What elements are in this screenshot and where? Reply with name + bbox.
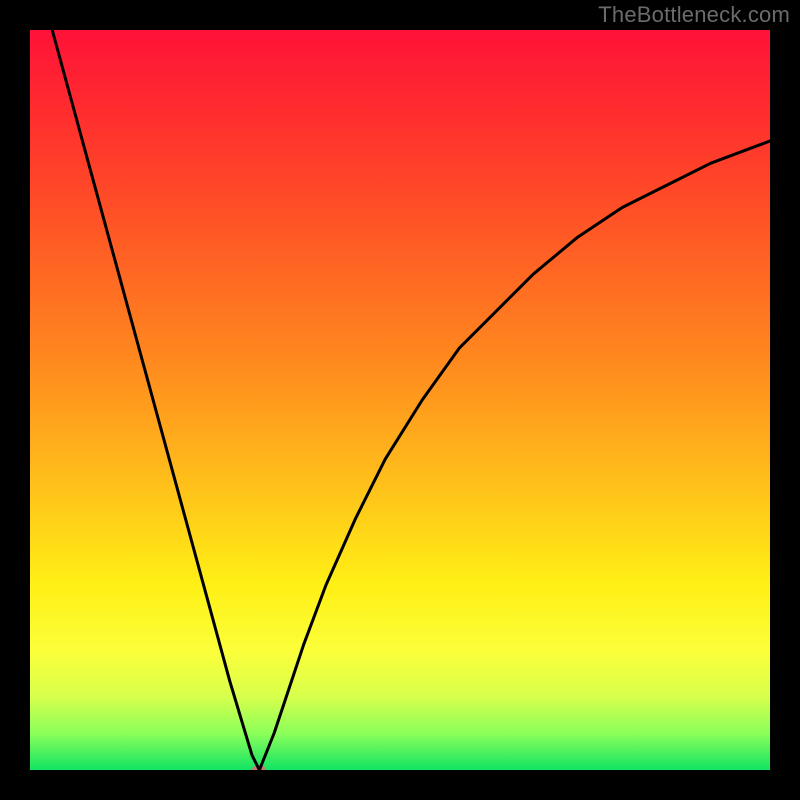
watermark-text: TheBottleneck.com [598,2,790,28]
bottleneck-curve [30,30,770,770]
chart-frame: TheBottleneck.com [0,0,800,800]
plot-area [30,30,770,770]
